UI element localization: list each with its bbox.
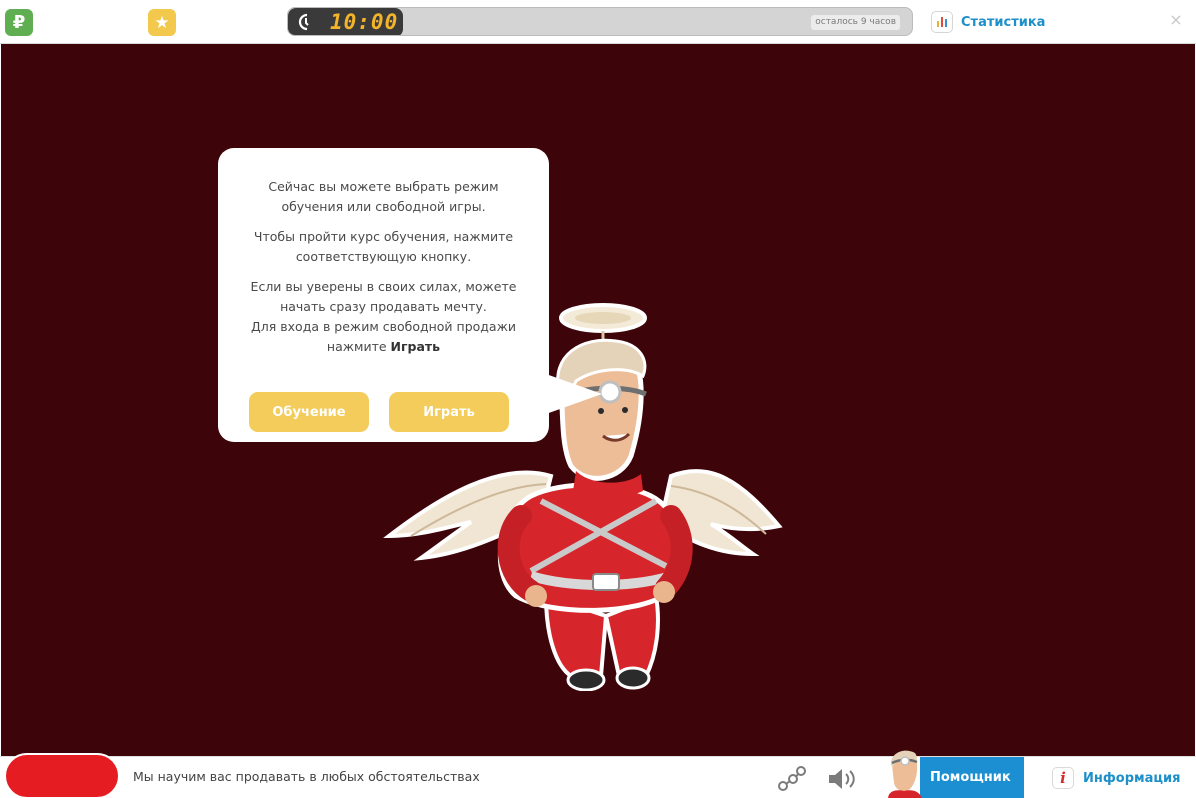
timer-time: 10:00 — [330, 10, 399, 34]
dialog-text: Сейчас вы можете выбрать режим обучения … — [238, 177, 529, 357]
dialog-paragraph-1: Сейчас вы можете выбрать режим обучения … — [268, 179, 499, 214]
news-ticker: Мы научим вас продавать в любых обстояте… — [133, 769, 480, 784]
mode-select-dialog: Сейчас вы можете выбрать режим обучения … — [218, 148, 549, 442]
info-icon: i — [1052, 767, 1074, 789]
share-icon[interactable] — [777, 766, 807, 792]
ruble-icon[interactable]: ₽ — [5, 9, 33, 36]
speaker-icon[interactable] — [826, 766, 858, 792]
helper-button[interactable]: Помощник — [882, 750, 1024, 798]
ruble-symbol: ₽ — [12, 12, 26, 33]
dialog-paragraph-3-line-1: Если вы уверены в своих силах, можете на… — [250, 279, 517, 314]
close-icon[interactable]: × — [1169, 12, 1183, 28]
timer-display: 10:00 — [288, 8, 403, 35]
bar-chart-icon — [931, 11, 953, 33]
dialog-paragraph-3: Если вы уверены в своих силах, можете на… — [238, 277, 529, 357]
star-icon[interactable]: ★ — [148, 9, 176, 36]
timer-bar: 10:00 осталось 9 часов — [287, 7, 913, 36]
speech-bubble-tail — [546, 374, 602, 414]
bottom-bar: Мы научим вас продавать в любых обстояте… — [0, 750, 1196, 798]
game-area: Сейчас вы можете выбрать режим обучения … — [1, 44, 1195, 756]
statistics-label: Статистика — [961, 14, 1046, 30]
timer-remaining: осталось 9 часов — [811, 15, 900, 30]
dialog-paragraph-3-line-2: Для входа в режим свободной продажи нажм… — [251, 319, 516, 354]
clock-icon — [297, 13, 315, 31]
play-button[interactable]: Играть — [389, 392, 509, 432]
learn-button[interactable]: Обучение — [249, 392, 369, 432]
information-label: Информация — [1083, 770, 1181, 786]
helper-label: Помощник — [930, 770, 1011, 785]
statistics-link[interactable]: Статистика — [931, 11, 1045, 33]
dialog-paragraph-2: Чтобы пройти курс обучения, нажмите соот… — [253, 229, 514, 264]
dialog-play-keyword: Играть — [390, 339, 441, 354]
information-button[interactable]: i Информация — [1052, 766, 1181, 790]
top-bar: ₽ ★ 10:00 осталось 9 часов Статистика × — [0, 0, 1196, 44]
brand-badge[interactable] — [4, 753, 120, 798]
helper-avatar — [888, 750, 922, 798]
